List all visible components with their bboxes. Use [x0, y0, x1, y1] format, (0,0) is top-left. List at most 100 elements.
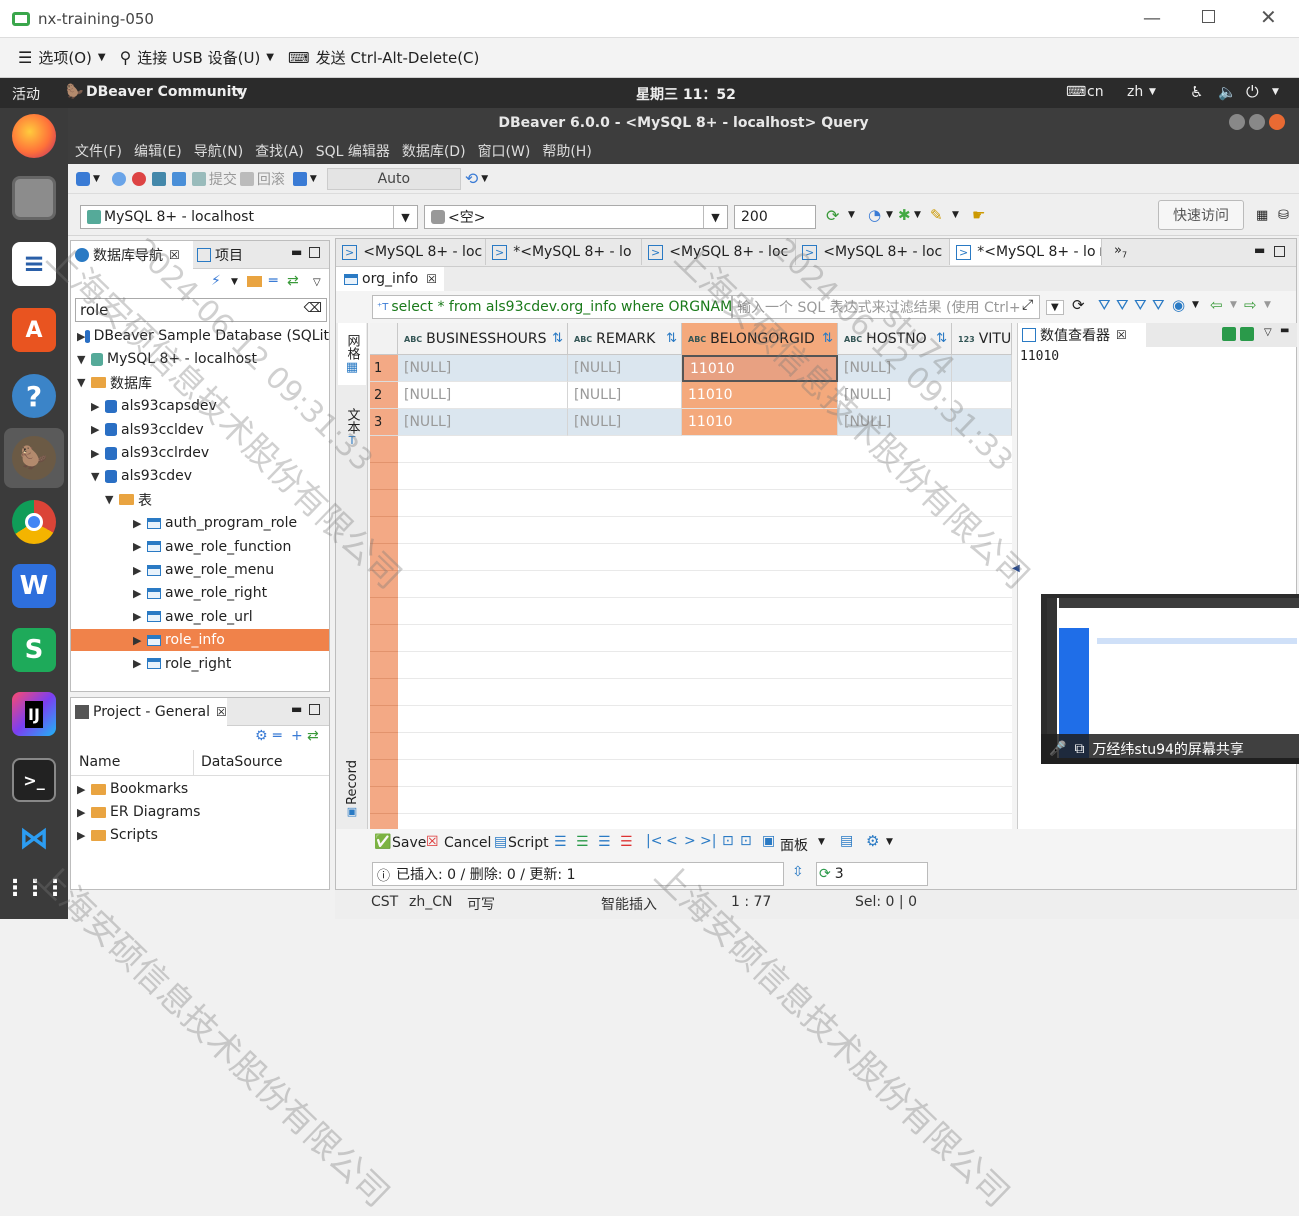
sort-icon[interactable]: ⇅ — [822, 331, 833, 346]
vscode-icon[interactable]: ⋈ — [12, 816, 56, 860]
expand-icon[interactable]: ▶ — [91, 400, 105, 413]
sort-icon[interactable]: ⇅ — [936, 331, 947, 346]
collapse-icon[interactable]: ▼ — [77, 376, 91, 389]
tree-item[interactable]: ▶ role_right — [71, 653, 329, 675]
save-icon[interactable]: ✅ — [374, 834, 391, 850]
chevron-down-icon[interactable]: ▼ — [848, 210, 855, 220]
expand-icon[interactable]: ▶ — [133, 657, 147, 670]
mic-icon[interactable]: 🎤 — [1049, 741, 1066, 757]
usb-menu[interactable]: 连接 USB 设备(U) — [137, 47, 260, 68]
settings-icon[interactable]: ⚙ — [866, 832, 879, 850]
add-icon[interactable]: + — [291, 728, 303, 744]
grid-cell[interactable]: [NULL] — [568, 409, 682, 436]
tree-item[interactable]: ▶ als93ccldev — [71, 419, 329, 441]
history-icon[interactable]: ⟲ — [465, 169, 478, 188]
grid-cell[interactable] — [952, 382, 1012, 409]
column-header[interactable]: ABC BUSINESSHOURS ⇅ — [398, 323, 568, 355]
tree-item[interactable]: ▼ 表 — [71, 489, 329, 511]
firefox-icon[interactable] — [12, 114, 56, 158]
table-row[interactable]: 2 [NULL] [NULL] 11010 [NULL] — [370, 382, 1012, 409]
col-name[interactable]: Name — [79, 754, 120, 770]
collapse-icon[interactable]: ▼ — [77, 353, 91, 366]
menu-window[interactable]: 窗口(W) — [478, 141, 531, 161]
chevron-down-icon[interactable]: ▼ — [886, 210, 893, 220]
refresh-icon[interactable]: ⟳ — [819, 866, 831, 882]
result-limit-input[interactable]: 200 — [734, 205, 816, 229]
dbeaver-perspective-icon[interactable]: ⛁ — [1278, 208, 1289, 223]
grid-cell[interactable]: 11010 — [682, 409, 838, 436]
row-number[interactable]: 2 — [370, 382, 398, 409]
tree-item[interactable]: ▼ MySQL 8+ - localhost — [71, 348, 329, 370]
wps-writer-icon[interactable]: W — [12, 564, 56, 608]
grid-cell[interactable]: 11010 — [682, 382, 838, 409]
chevron-down-icon[interactable]: ▼ — [886, 837, 893, 847]
menu-file[interactable]: 文件(F) — [75, 141, 122, 161]
copy-row-icon[interactable]: ☰ — [598, 834, 611, 850]
row-number[interactable]: 3 — [370, 409, 398, 436]
minimize-icon[interactable]: ▬ — [1280, 325, 1289, 336]
grid-cell[interactable]: [NULL] — [568, 382, 682, 409]
save-button[interactable]: Save — [392, 835, 426, 851]
fetch-all-icon[interactable]: ⊡ — [740, 833, 752, 849]
save-as-icon[interactable] — [1240, 327, 1254, 341]
expand-icon[interactable]: ▶ — [91, 423, 105, 436]
tab-grid[interactable]: 网格 ▦ — [338, 323, 366, 385]
tree-item[interactable]: ▶ DBeaver Sample Database (SQLit — [71, 325, 329, 347]
tab-record[interactable]: Record ▣ — [338, 751, 366, 827]
settings-icon[interactable]: ⚙ — [255, 728, 268, 744]
connection-selector[interactable]: MySQL 8+ - localhost ▼ — [80, 205, 418, 229]
filter-clear-icon[interactable]: ⛛ — [1116, 296, 1129, 314]
chevron-down-icon[interactable]: ▽ — [313, 277, 321, 288]
expand-icon[interactable]: ▶ — [133, 610, 147, 623]
chevron-down-icon[interactable]: ▼ — [266, 52, 274, 63]
help-icon[interactable]: ? — [12, 374, 56, 418]
input-method[interactable]: cn — [1087, 84, 1104, 100]
expand-icon[interactable]: ▶ — [77, 783, 91, 796]
volume-icon[interactable]: 🔈 — [1218, 83, 1237, 101]
expand-icon[interactable]: ▶ — [91, 447, 105, 460]
editor-tab[interactable]: > *<MySQL 8+ - lo — [486, 239, 642, 265]
list-item[interactable]: ▶ Scripts — [77, 824, 158, 846]
expand-icon[interactable]: ▶ — [133, 564, 147, 577]
chevron-down-icon[interactable]: ▼ — [310, 174, 317, 184]
schema-selector[interactable]: <空> ▼ — [424, 205, 728, 229]
column-header[interactable]: 123 VITU — [952, 323, 1012, 355]
tree-item[interactable]: ▶ awe_role_right — [71, 582, 329, 604]
new-folder-icon[interactable] — [247, 276, 262, 287]
close-icon[interactable]: ☒ — [169, 248, 180, 262]
wps-sheets-icon[interactable]: S — [12, 628, 56, 672]
dbeaver-icon[interactable]: 🦫 — [12, 436, 56, 480]
first-page-icon[interactable]: |< — [646, 833, 662, 849]
grid-cell[interactable]: [NULL] — [398, 355, 568, 382]
chrome-icon[interactable] — [12, 500, 56, 544]
grid-cell[interactable]: [NULL] — [398, 382, 568, 409]
auto-commit-combo[interactable]: Auto — [326, 167, 461, 190]
expand-icon[interactable]: ▶ — [77, 806, 91, 819]
chevron-down-icon[interactable]: ▼ — [1264, 300, 1271, 310]
perspective-icon[interactable]: ▦ — [1256, 208, 1268, 223]
tree-item[interactable]: ▶ als93capsdev — [71, 395, 329, 417]
filter-input[interactable]: 输入一个 SQL 表达式来过滤结果 (使用 Ctrl+ — [732, 295, 1040, 319]
tree-item[interactable]: ▶ role_info — [71, 629, 329, 652]
terminal-icon[interactable]: >_ — [12, 758, 56, 802]
power-icon[interactable]: ⏻ — [1246, 82, 1259, 102]
edit-row-icon[interactable]: ☰ — [554, 834, 567, 850]
transaction-icon[interactable] — [171, 171, 186, 186]
editor-tab[interactable]: > <MySQL 8+ - loc — [642, 239, 796, 265]
grid-cell[interactable]: [NULL] — [568, 355, 682, 382]
close-icon[interactable]: ☒ — [216, 705, 227, 719]
commit-icon[interactable] — [191, 171, 206, 186]
menu-icon[interactable]: ☰ — [18, 48, 32, 67]
prev-page-icon[interactable]: < — [666, 833, 678, 849]
expand-icon[interactable]: ▶ — [133, 517, 147, 530]
chevron-down-icon[interactable]: ▼ — [481, 174, 488, 184]
forward-icon[interactable]: ⇨ — [1244, 296, 1257, 314]
panel-toggle-icon[interactable]: ⇳ — [792, 864, 804, 880]
row-number[interactable]: 1 — [370, 355, 398, 382]
navigator-filter-input[interactable]: role ⌫ — [75, 298, 327, 322]
chevron-down-icon[interactable]: ▼ — [1046, 300, 1064, 315]
save-icon[interactable] — [1222, 327, 1236, 341]
chevron-down-icon[interactable]: ▽ — [1264, 327, 1272, 338]
filter-apply-icon[interactable]: ⛛ — [1098, 296, 1111, 314]
resize-handle-icon[interactable]: ◀ — [1012, 563, 1020, 574]
